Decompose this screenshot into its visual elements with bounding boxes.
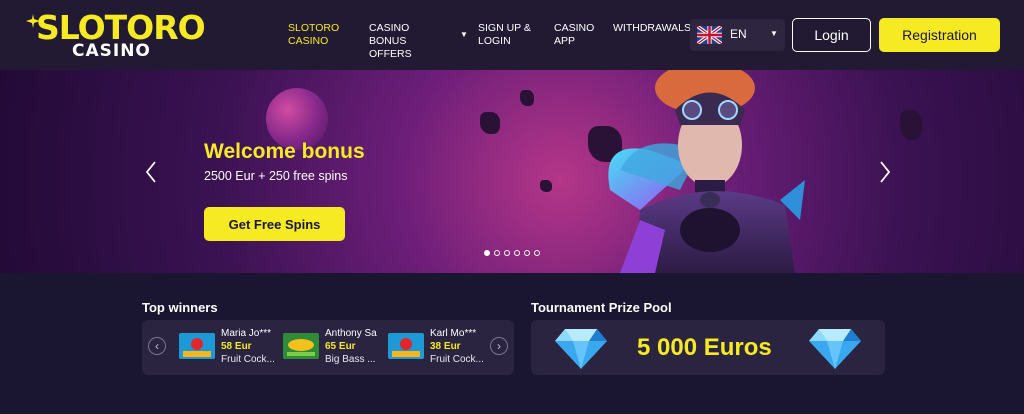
top-winners-panel: ‹ Maria Jo*** 58 Eur Fruit Cock... Antho… xyxy=(142,320,514,375)
rock-decoration xyxy=(520,90,534,106)
nav-item-casino-bonus-offers[interactable]: CASINO BONUS OFFERS xyxy=(369,22,449,61)
prize-amount: 5 000 Euros xyxy=(637,334,772,361)
login-button[interactable]: Login xyxy=(792,18,871,52)
uk-flag-icon xyxy=(697,26,722,44)
hero-subtitle: 2500 Eur + 250 free spins xyxy=(204,169,348,183)
get-free-spins-button[interactable]: Get Free Spins xyxy=(204,207,345,241)
site-header: SLOTORO CASINO SLOTORO CASINO CASINO BON… xyxy=(0,0,1024,70)
carousel-dots xyxy=(484,250,540,256)
winner-game: Big Bass ... xyxy=(325,354,376,365)
list-item[interactable]: Maria Jo*** 58 Eur Fruit Cock... xyxy=(179,326,283,370)
logo[interactable]: SLOTORO CASINO xyxy=(26,8,206,64)
chevron-down-icon[interactable]: ▼ xyxy=(460,30,468,39)
language-value: EN xyxy=(730,27,747,41)
top-winners-title: Top winners xyxy=(142,300,218,315)
nav-item-sign-up-login[interactable]: SIGN UP & LOGIN xyxy=(478,22,538,48)
diamond-icon xyxy=(809,329,861,369)
winner-amount: 58 Eur xyxy=(221,341,252,352)
nav-item-withdrawals[interactable]: WITHDRAWALS xyxy=(613,22,691,35)
rock-decoration xyxy=(900,110,922,140)
winner-name: Anthony Sa xyxy=(325,328,377,339)
language-select[interactable]: EN ▼ xyxy=(690,19,785,51)
rock-decoration xyxy=(540,180,552,192)
tournament-prize-panel: 5 000 Euros xyxy=(531,320,885,375)
registration-button[interactable]: Registration xyxy=(879,18,1000,52)
winner-game: Fruit Cock... xyxy=(221,354,275,365)
diamond-icon xyxy=(555,329,607,369)
chevron-left-icon[interactable] xyxy=(144,160,158,184)
winner-amount: 65 Eur xyxy=(325,341,356,352)
list-item[interactable]: Karl Mo*** 38 Eur Fruit Cock... xyxy=(388,326,492,370)
winner-amount: 38 Eur xyxy=(430,341,461,352)
winner-name: Maria Jo*** xyxy=(221,328,272,339)
tournament-title: Tournament Prize Pool xyxy=(531,300,672,315)
fruit-cocktail-thumbnail xyxy=(179,333,215,359)
carousel-dot[interactable] xyxy=(514,250,520,256)
winner-name: Karl Mo*** xyxy=(430,328,477,339)
carousel-dot[interactable] xyxy=(494,250,500,256)
rock-decoration xyxy=(480,112,500,134)
character-illustration xyxy=(608,70,805,273)
big-bass-thumbnail xyxy=(283,333,319,359)
chevron-right-icon[interactable] xyxy=(878,160,892,184)
hero-title: Welcome bonus xyxy=(204,140,365,163)
carousel-dot[interactable] xyxy=(524,250,530,256)
carousel-dot[interactable] xyxy=(504,250,510,256)
nav-item-slotoro-casino[interactable]: SLOTORO CASINO xyxy=(288,22,348,48)
winner-game: Fruit Cock... xyxy=(430,354,484,365)
fruit-cocktail-thumbnail xyxy=(388,333,424,359)
carousel-dot[interactable] xyxy=(534,250,540,256)
carousel-dot[interactable] xyxy=(484,250,490,256)
chevron-left-icon[interactable]: ‹ xyxy=(148,337,166,355)
list-item[interactable]: Anthony Sa 65 Eur Big Bass ... xyxy=(283,326,387,370)
logo-subtext: CASINO xyxy=(72,41,151,61)
hero-banner: Welcome bonus 2500 Eur + 250 free spins … xyxy=(0,70,1024,273)
chevron-right-icon[interactable]: › xyxy=(490,337,508,355)
nav-item-casino-app[interactable]: CASINO APP xyxy=(554,22,599,48)
chevron-down-icon: ▼ xyxy=(770,29,778,38)
